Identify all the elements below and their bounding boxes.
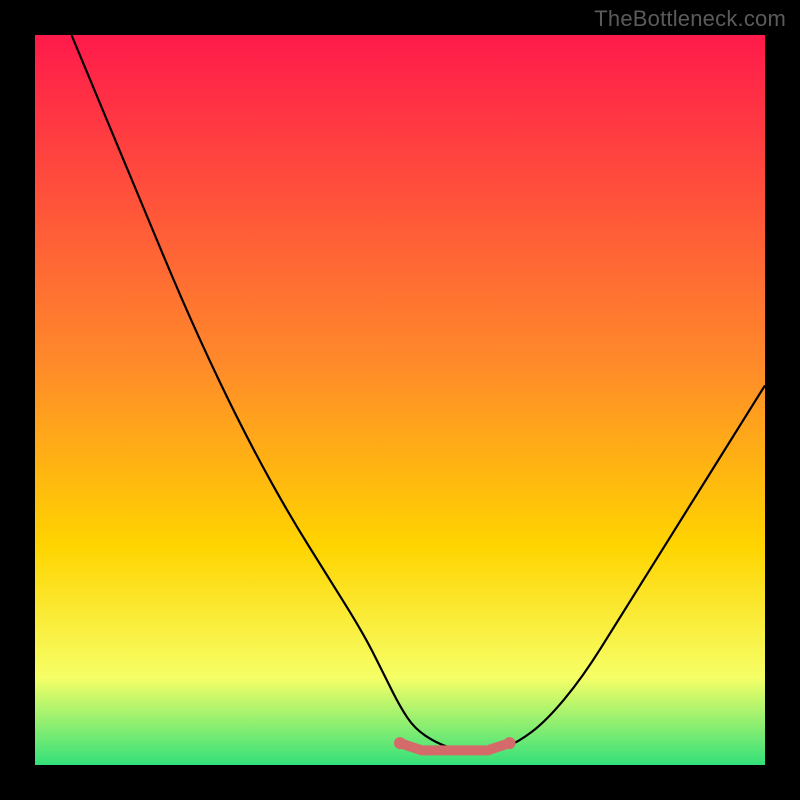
- plot-area: [35, 35, 765, 765]
- optimal-range-endpoint: [394, 737, 406, 749]
- plot-svg: [35, 35, 765, 765]
- gradient-background: [35, 35, 765, 765]
- chart-frame: TheBottleneck.com: [0, 0, 800, 800]
- optimal-range-endpoint: [504, 737, 516, 749]
- watermark-text: TheBottleneck.com: [594, 6, 786, 32]
